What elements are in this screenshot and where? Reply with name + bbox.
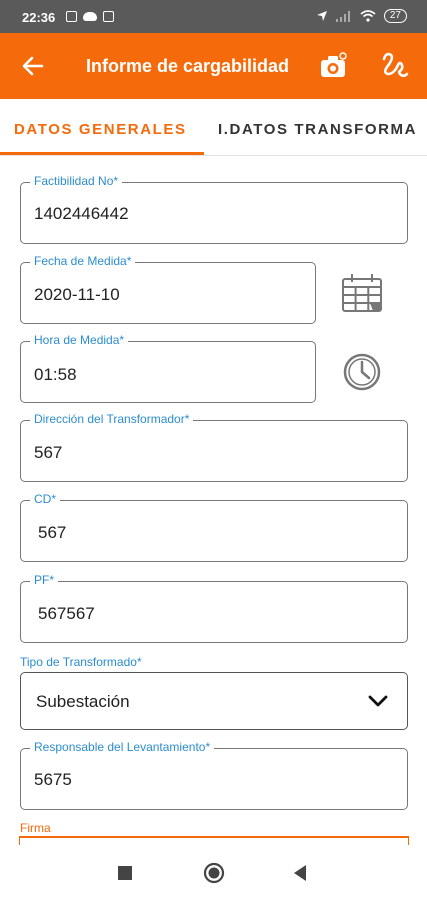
page-title: Informe de cargabilidad xyxy=(86,56,290,76)
tipo-transformado-label: Tipo de Transformado* xyxy=(20,655,142,669)
pf-value: 567567 xyxy=(38,604,95,623)
status-time: 22:36 xyxy=(22,10,56,25)
tab-datos-generales[interactable]: DATOS GENERALES xyxy=(14,121,187,138)
tab-bar: DATOS GENERALES I.DATOS TRANSFORMA xyxy=(0,99,427,156)
direccion-transformador-value: 567 xyxy=(34,443,63,462)
location-icon xyxy=(316,11,327,21)
calendar-icon[interactable] xyxy=(340,272,386,314)
factibilidad-value: 1402446442 xyxy=(34,204,129,223)
active-tab-indicator xyxy=(0,152,204,155)
calendar-notification-icon xyxy=(103,11,114,22)
nav-back-button[interactable] xyxy=(292,864,308,882)
chevron-down-icon xyxy=(368,695,388,707)
firma-label: Firma xyxy=(20,821,51,835)
pf-label: PF* xyxy=(30,573,59,587)
signal-icon xyxy=(335,11,350,22)
fecha-medida-field[interactable]: Fecha de Medida* 2020-11-10 xyxy=(20,254,316,324)
fecha-medida-value: 2020-11-10 xyxy=(34,285,120,304)
camera-icon[interactable] xyxy=(318,51,348,81)
status-bar: 22:36 27 xyxy=(0,0,427,33)
app-bar: Informe de cargabilidad xyxy=(0,33,427,99)
direccion-transformador-label: Dirección del Transformador* xyxy=(30,412,194,426)
responsable-value: 5675 xyxy=(34,770,72,789)
pf-field[interactable]: PF* 567567 xyxy=(20,573,408,643)
responsable-field[interactable]: Responsable del Levantamiento* 5675 xyxy=(20,740,408,810)
fecha-medida-label: Fecha de Medida* xyxy=(30,254,136,268)
tipo-transformado-select[interactable]: Subestación xyxy=(20,672,408,730)
factibilidad-label: Factibilidad No* xyxy=(30,174,123,188)
factibilidad-field[interactable]: Factibilidad No* 1402446442 xyxy=(20,174,408,244)
status-system-icons: 27 xyxy=(316,9,407,23)
status-notification-icons xyxy=(66,11,114,22)
tab-datos-transformador[interactable]: I.DATOS TRANSFORMA xyxy=(218,121,417,138)
battery-icon: 27 xyxy=(383,9,407,23)
clock-icon[interactable] xyxy=(342,352,382,392)
hora-medida-field[interactable]: Hora de Medida* 01:58 xyxy=(20,333,316,403)
direccion-transformador-field[interactable]: Dirección del Transformador* 567 xyxy=(20,412,408,482)
hora-medida-label: Hora de Medida* xyxy=(30,333,129,347)
hora-medida-value: 01:58 xyxy=(34,365,77,384)
home-button[interactable] xyxy=(203,862,225,884)
cd-value: 567 xyxy=(38,523,67,542)
notification-icon xyxy=(66,11,77,22)
system-nav-bar xyxy=(0,845,427,900)
cd-field[interactable]: CD* 567 xyxy=(20,492,408,562)
tipo-transformado-value: Subestación xyxy=(36,692,130,711)
recents-button[interactable] xyxy=(118,866,132,880)
signature-icon[interactable] xyxy=(378,49,410,81)
cd-label: CD* xyxy=(30,492,61,506)
responsable-label: Responsable del Levantamiento* xyxy=(30,740,215,754)
back-arrow-icon[interactable] xyxy=(18,51,48,81)
wifi-icon xyxy=(360,10,376,22)
cloud-icon xyxy=(83,12,97,21)
